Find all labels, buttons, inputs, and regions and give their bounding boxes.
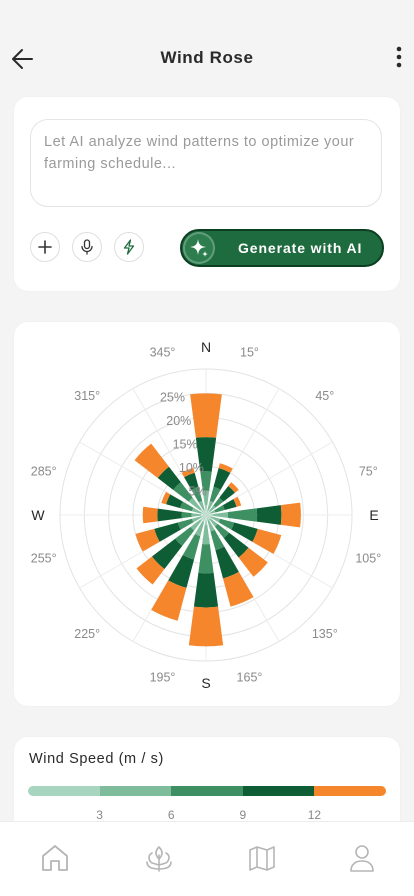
microphone-icon xyxy=(81,239,93,255)
wind-rose-chart: 5% 10% 15% 20% 25% 15° 45° 75° 105° 135° 165° 195° 2… xyxy=(31,339,381,691)
angle-label: 285° xyxy=(31,465,57,479)
profile-icon[interactable] xyxy=(346,842,378,874)
wind-rose-segment xyxy=(142,506,158,524)
angle-label: 165° xyxy=(237,670,263,684)
wind-speed-tick: 3 xyxy=(96,808,103,822)
wind-speed-band xyxy=(242,786,315,796)
cardinal-label: S xyxy=(201,675,210,691)
plus-icon xyxy=(38,240,52,254)
app-header: Wind Rose xyxy=(0,0,414,96)
angle-label: 225° xyxy=(74,627,100,641)
sparkle-icon xyxy=(183,232,215,264)
wind-rose-segment xyxy=(256,505,282,525)
wind-speed-band xyxy=(171,786,243,796)
radial-tick-label: 20% xyxy=(166,414,191,428)
wind-speed-band xyxy=(314,786,386,796)
angle-label: 45° xyxy=(315,389,334,403)
ai-prompt-input[interactable] xyxy=(44,131,368,195)
ai-prompt-card: Generate with AI xyxy=(14,97,400,291)
bottom-navigation xyxy=(0,821,414,896)
angle-label: 195° xyxy=(150,670,176,684)
wind-speed-title: Wind Speed (m / s) xyxy=(29,751,164,767)
wind-rose-segment xyxy=(198,543,214,574)
more-vertical-icon[interactable] xyxy=(390,43,408,73)
wind-rose-card: 5% 10% 15% 20% 25% 15° 45° 75° 105° 135° 165° 195° 2… xyxy=(14,322,400,706)
wind-speed-tick: 6 xyxy=(167,808,175,822)
wind-rose-segment xyxy=(191,513,202,517)
wind-rose-segment xyxy=(188,606,224,647)
wind-rose-segment xyxy=(157,508,182,522)
angle-label: 345° xyxy=(150,346,176,360)
wind-rose-segment xyxy=(181,511,192,519)
radial-tick-label: 10% xyxy=(179,461,204,475)
home-icon[interactable] xyxy=(39,842,71,874)
lightning-icon xyxy=(123,239,135,255)
wind-rose-segment xyxy=(227,508,258,522)
angle-label: 75° xyxy=(359,465,378,479)
cardinal-label: W xyxy=(31,507,45,523)
crops-icon[interactable] xyxy=(143,842,175,874)
angle-label: 255° xyxy=(31,551,57,565)
wind-speed-band xyxy=(28,786,100,796)
radial-tick-label: 15% xyxy=(173,437,198,451)
wind-speed-tick: 12 xyxy=(307,808,322,822)
map-icon[interactable] xyxy=(246,842,278,874)
angle-label: 135° xyxy=(312,627,338,641)
wind-rose-segment xyxy=(223,571,254,607)
wind-speed-scale xyxy=(28,786,386,796)
angle-label: 315° xyxy=(74,389,100,403)
prompt-box xyxy=(30,119,382,207)
page-title: Wind Rose xyxy=(160,48,254,67)
wind-speed-tick: 9 xyxy=(239,808,247,822)
wind-speed-band xyxy=(99,786,172,796)
wind-rose-segment xyxy=(280,502,301,528)
generate-label: Generate with AI xyxy=(238,240,363,256)
cardinal-label: E xyxy=(369,507,378,523)
angle-label: 105° xyxy=(355,551,381,565)
wind-rose-segment xyxy=(202,524,210,545)
quick-action-button[interactable] xyxy=(114,232,144,262)
generate-with-ai-button[interactable]: Generate with AI xyxy=(180,229,384,267)
cardinal-label: N xyxy=(201,339,211,355)
wind-rose-segment xyxy=(213,512,228,518)
add-button[interactable] xyxy=(30,232,60,262)
wind-rose-segment xyxy=(190,393,222,438)
voice-button[interactable] xyxy=(72,232,102,262)
angle-label: 15° xyxy=(240,346,259,360)
wind-rose-segment xyxy=(193,572,219,608)
radial-tick-label: 5% xyxy=(189,484,207,498)
radial-tick-label: 25% xyxy=(160,390,185,404)
